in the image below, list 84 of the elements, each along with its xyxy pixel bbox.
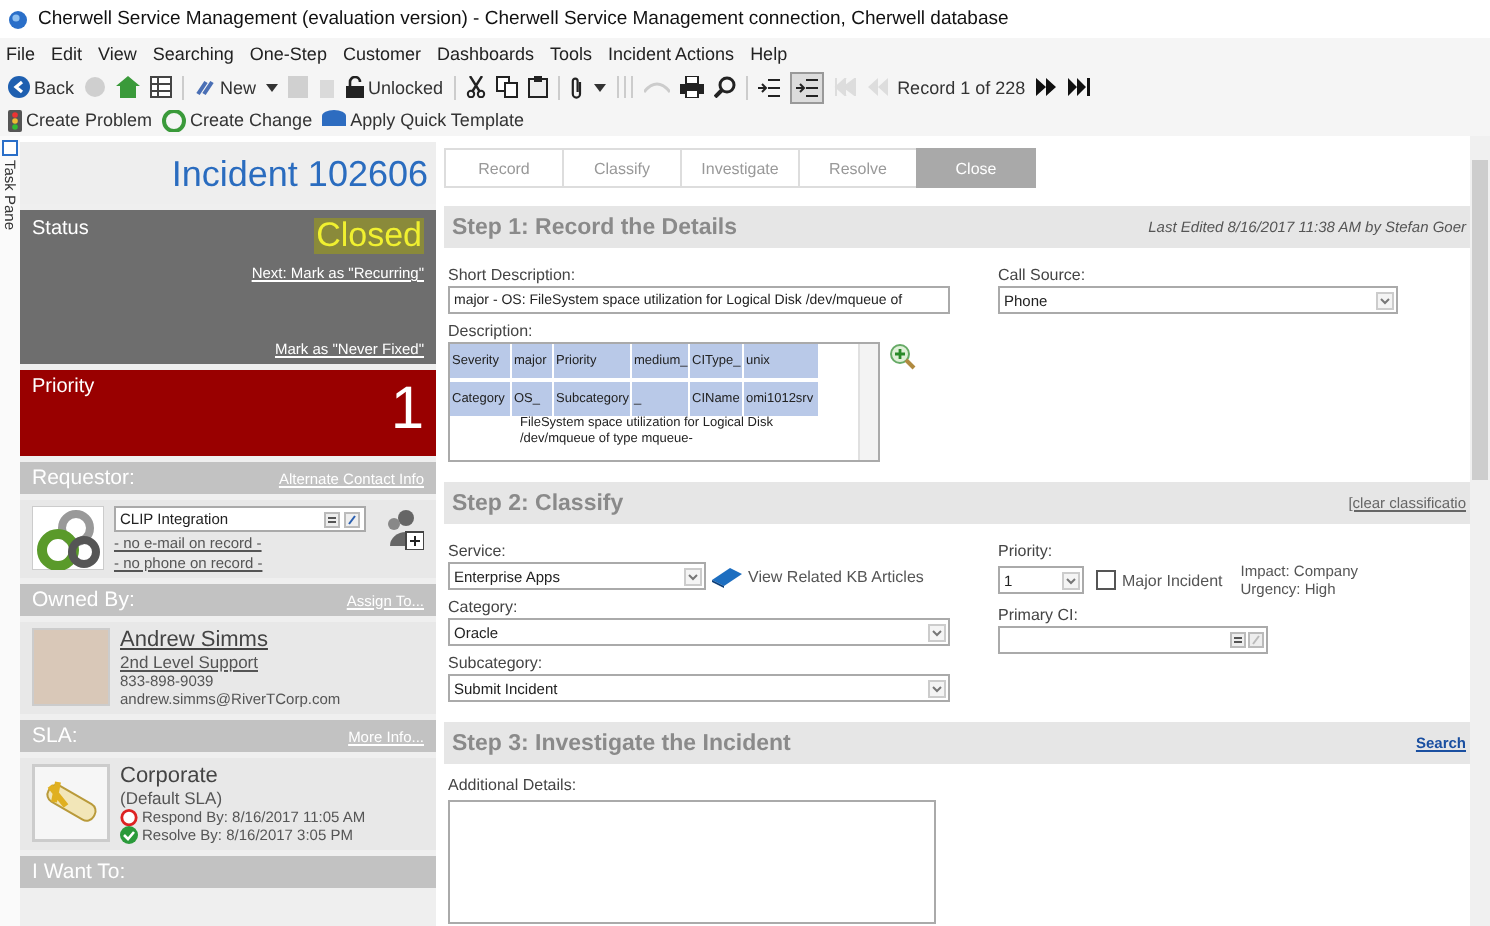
menu-item[interactable]: One-Step [249, 44, 327, 64]
menu-item[interactable]: Incident Actions [608, 44, 735, 64]
scrollbar[interactable] [1470, 136, 1490, 926]
sla-heading: SLA: [32, 724, 78, 748]
kb-articles-link[interactable]: View Related KB Articles [748, 567, 924, 585]
new-record-icon [194, 76, 217, 98]
chevron-down-icon[interactable] [1376, 291, 1394, 309]
logo-rings-icon [32, 506, 104, 570]
photo-placeholder [32, 628, 110, 706]
cut-icon[interactable] [465, 76, 486, 98]
owner-name-link[interactable]: Andrew Simms [120, 628, 341, 652]
paste-icon[interactable] [527, 76, 548, 98]
traffic-light-icon [8, 109, 22, 131]
status-value: Closed [314, 218, 424, 254]
book-icon[interactable] [712, 564, 742, 588]
grid-icon[interactable] [150, 76, 173, 98]
chevron-down-icon[interactable] [928, 623, 946, 641]
create-problem-button[interactable]: Create Problem [8, 109, 153, 131]
owner-team-link[interactable]: 2nd Level Support [120, 652, 341, 672]
check-circle-icon [120, 826, 138, 844]
owned-by-heading: Owned By: [32, 588, 135, 612]
paperclip-icon[interactable] [569, 75, 584, 99]
primary-ci-field[interactable] [998, 626, 1268, 654]
sla-note: (Default SLA) [120, 788, 225, 808]
lock-button[interactable]: Unlocked [346, 76, 444, 98]
window-title: Cherwell Service Management (evaluation version) - Cherwell Service Management connection, Cherwell database [38, 8, 1009, 30]
caret-icon[interactable] [593, 83, 606, 91]
zoom-in-icon[interactable] [888, 342, 916, 370]
next-record-icon[interactable] [1035, 78, 1058, 96]
app-globe-icon [8, 9, 28, 29]
menu-item[interactable]: Help [750, 44, 788, 64]
description-scrollbar[interactable] [858, 344, 878, 460]
field-label: Short Description: [448, 266, 578, 284]
menu-item[interactable]: Tools [550, 44, 593, 64]
record-counter: Record 1 of 228 [897, 77, 1026, 97]
major-incident-checkbox[interactable] [1096, 570, 1116, 590]
search-icon[interactable] [713, 76, 736, 98]
menu-item[interactable]: Customer [342, 44, 421, 64]
list-icon[interactable] [1230, 632, 1246, 648]
sla-name: Corporate [120, 764, 220, 788]
pencil-icon[interactable] [344, 511, 360, 527]
indent-icon[interactable] [757, 77, 780, 97]
field-label: Primary CI: [998, 606, 1080, 624]
additional-details-field[interactable] [448, 800, 936, 924]
print-icon[interactable] [679, 76, 704, 98]
menu-item[interactable]: Dashboards [436, 44, 534, 64]
apply-template-button[interactable]: Apply Quick Template [322, 110, 524, 130]
new-button[interactable]: New [194, 76, 257, 98]
checkbox-label: Major Incident [1122, 571, 1223, 589]
list-icon[interactable] [324, 511, 340, 527]
field-label: Additional Details: [448, 776, 579, 794]
field-label: Call Source: [998, 266, 1088, 284]
field-label: Priority: [998, 542, 1055, 560]
priority-value: 1 [390, 376, 424, 446]
last-record-icon[interactable] [1067, 78, 1090, 96]
chevron-down-icon[interactable] [928, 679, 946, 697]
copy-icon[interactable] [495, 76, 518, 98]
field-label: Description: [448, 322, 535, 340]
chevron-down-icon[interactable] [684, 567, 702, 585]
indent-icon[interactable] [789, 71, 824, 103]
scroll-icon [32, 764, 110, 842]
step-title: Step 1: Record the Details [452, 215, 738, 239]
status-label: Status [32, 218, 89, 240]
chevron-down-icon[interactable] [1062, 571, 1080, 589]
field-label: Category: [448, 598, 520, 616]
ring-icon [162, 109, 187, 131]
task-pane-icon[interactable] [2, 140, 18, 156]
requestor-heading: Requestor: [32, 466, 135, 490]
step-title: Step 3: Investigate the Incident [452, 731, 791, 755]
field-label: Subcategory: [448, 654, 545, 672]
menu-item[interactable]: View [98, 44, 137, 64]
menu-item[interactable]: Edit [51, 44, 83, 64]
field-label: Service: [448, 542, 508, 560]
menu-item[interactable]: File [6, 44, 36, 64]
step-title: Step 2: Classify [452, 491, 624, 515]
create-change-button[interactable]: Create Change [162, 109, 313, 131]
back-arrow-icon [8, 76, 30, 98]
back-button[interactable]: Back [8, 76, 75, 98]
caret-icon[interactable] [266, 83, 279, 91]
i-want-to-heading: I Want To: [32, 860, 126, 884]
menu-item[interactable]: Searching [152, 44, 234, 64]
home-icon[interactable] [116, 76, 141, 98]
priority-label: Priority [32, 376, 95, 402]
lock-icon [346, 76, 365, 98]
